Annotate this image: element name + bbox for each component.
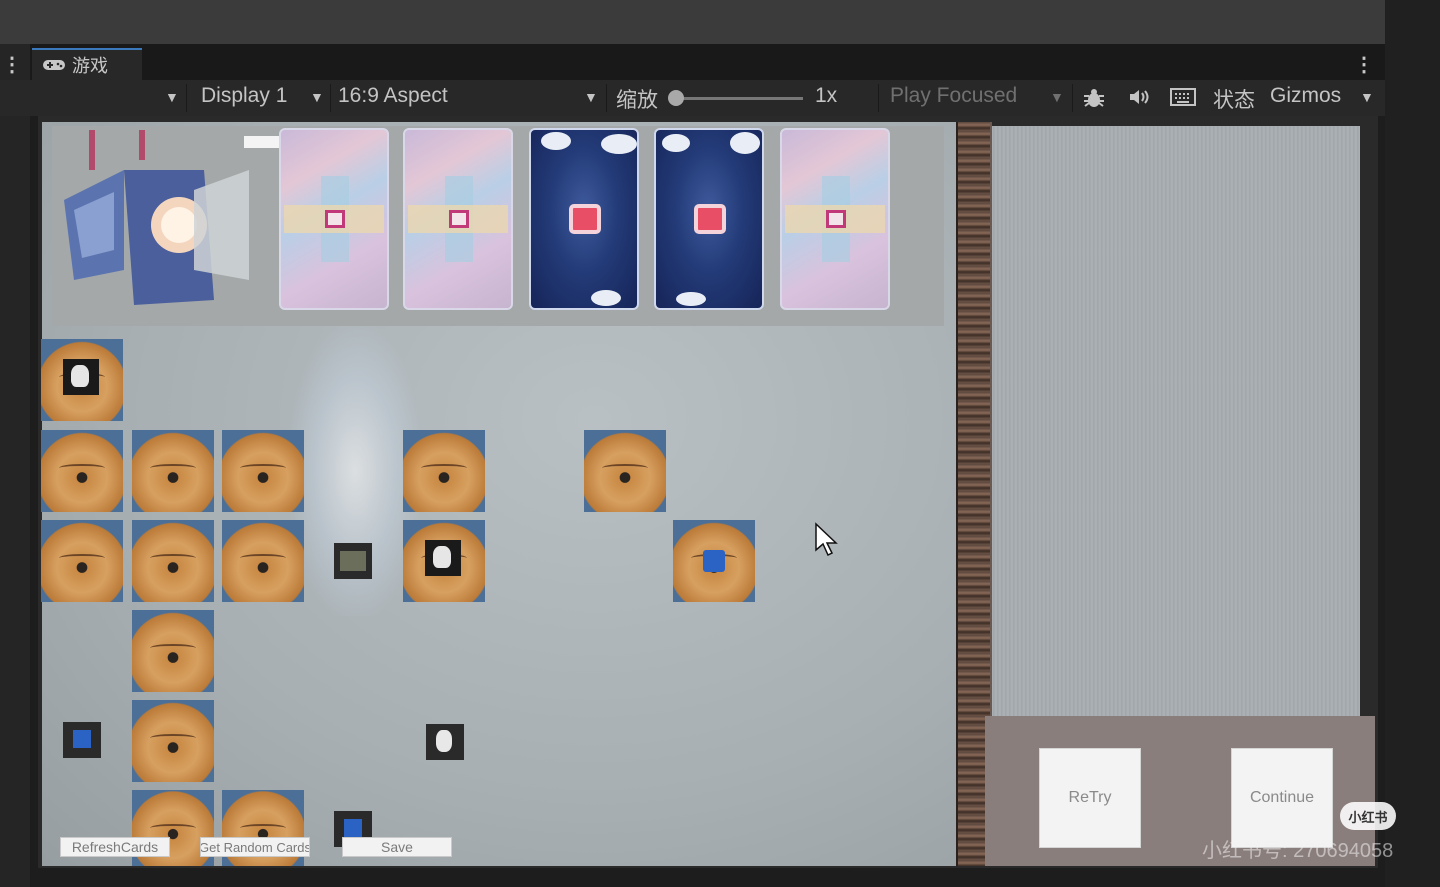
play-mode-dropdown[interactable]: Play Focused [890,84,1017,108]
dog-tile[interactable] [222,520,304,602]
watermark-badge: 小红书 [1340,802,1396,830]
gizmos-chevron-icon[interactable]: ▼ [1360,89,1374,105]
speaker-icon[interactable] [1128,88,1150,106]
view-dropdown-chevron-icon[interactable]: ▼ [165,89,179,105]
aspect-dropdown[interactable]: 16:9 Aspect [338,84,448,108]
top-card-5[interactable] [780,128,890,310]
display-chevron-icon[interactable]: ▼ [310,89,324,105]
toolbar-separator [606,84,607,112]
mouse-cursor-icon [815,522,838,557]
notebook-right-page [990,126,1360,726]
editor-top-bar [0,0,1385,44]
game-view-menu-icon[interactable]: ⋮ [1354,52,1374,77]
editor-right-strip [1385,0,1440,887]
scale-label: 缩放 [616,89,658,112]
display-dropdown[interactable]: Display 1 [201,84,287,108]
watermark-id: 小红书号: 270694058 [1202,840,1394,862]
tab-row [0,44,1385,80]
retry-button[interactable]: ReTry [1039,748,1141,848]
top-card-4[interactable] [654,128,764,310]
character-icon [425,540,461,576]
save-button[interactable]: Save [342,837,452,857]
small-item-icon[interactable] [63,722,101,758]
dog-tile[interactable] [132,700,214,782]
gem-icon [694,204,726,234]
toolbar-separator [1072,84,1073,112]
top-card-3[interactable] [529,128,639,310]
scale-value: 1x [815,84,838,107]
top-card-1[interactable] [279,128,389,310]
dog-tile[interactable] [132,610,214,692]
toolbar-separator [330,84,331,112]
blue-item-icon [703,550,725,572]
tab-game[interactable]: 游戏 [32,48,142,80]
play-mode-chevron-icon[interactable]: ▼ [1050,89,1064,105]
scale-slider-track[interactable] [675,97,803,100]
dog-tile[interactable] [41,430,123,512]
gem-icon [569,204,601,234]
keyboard-icon[interactable] [1170,88,1196,106]
scale-slider-handle[interactable] [668,90,684,106]
refresh-cards-button[interactable]: RefreshCards [60,837,170,857]
toolbar-separator [186,84,187,112]
small-item-icon[interactable] [426,724,464,760]
dog-tile[interactable] [403,520,485,602]
bug-icon[interactable] [1082,86,1106,110]
dog-tile[interactable] [222,430,304,512]
aspect-chevron-icon[interactable]: ▼ [584,89,598,105]
dog-tile[interactable] [584,430,666,512]
continue-button[interactable]: Continue [1231,748,1333,848]
dog-tile[interactable] [403,430,485,512]
dog-tile[interactable] [132,430,214,512]
dog-tile[interactable] [41,339,123,421]
gem-icon [826,210,846,228]
dog-tile[interactable] [132,520,214,602]
gamepad-icon [43,60,65,70]
character-icon [63,359,99,395]
left-panel-menu-icon[interactable]: ⋮ [2,52,22,77]
gem-icon [449,210,469,228]
gizmos-button[interactable]: Gizmos [1270,84,1341,108]
tab-game-label: 游戏 [72,56,108,76]
stats-button[interactable]: 状态 [1213,84,1255,114]
dog-tile[interactable] [673,520,755,602]
left-panel-edge [0,44,30,887]
top-card-2[interactable] [403,128,513,310]
card-deck-icon[interactable] [64,130,254,320]
small-item-icon[interactable] [334,543,372,579]
dog-tile[interactable] [41,520,123,602]
gem-icon [325,210,345,228]
toolbar-separator [878,84,879,112]
get-random-cards-button[interactable]: Get Random Cards [200,837,310,857]
